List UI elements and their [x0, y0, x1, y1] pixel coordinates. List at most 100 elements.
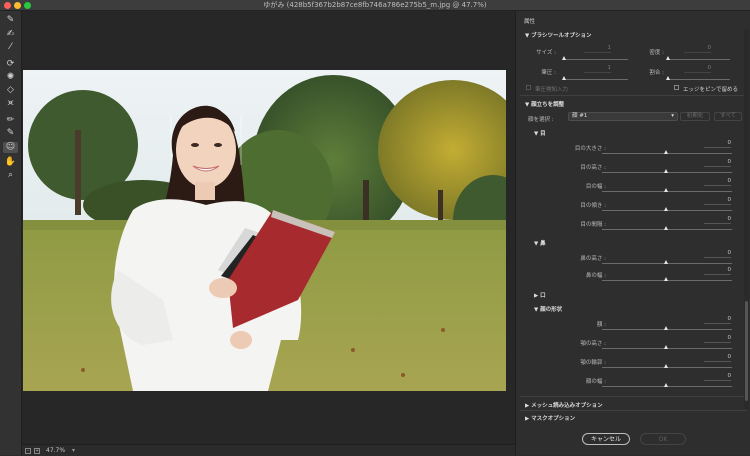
divider: [520, 95, 747, 96]
disclosure-open-icon: ▼: [525, 33, 530, 39]
freeze-mask-tool-icon[interactable]: ✏: [3, 115, 18, 126]
disclosure-closed-icon: ▶: [525, 403, 530, 409]
disclosure-closed-icon: ▶: [525, 416, 530, 422]
slider-value[interactable]: 0: [704, 178, 731, 186]
push-left-tool-icon[interactable]: ⪤: [3, 98, 18, 109]
slider-label: 目の高さ :: [580, 165, 606, 171]
slider-value[interactable]: 0: [704, 267, 731, 275]
slider-value[interactable]: 0: [704, 250, 731, 258]
pressure-slider-knob[interactable]: [562, 76, 566, 80]
mouth-toggle[interactable]: ▶ 口: [534, 291, 546, 299]
forward-warp-tool-icon[interactable]: ✎: [3, 15, 18, 26]
reset-button[interactable]: 初期化: [680, 112, 710, 121]
density-slider-knob[interactable]: [666, 56, 670, 60]
select-face-value: 顔 #1: [572, 113, 588, 119]
title-bar: ゆがみ (428b5f367b2b87ce8fb746a786e275b5_m.…: [0, 0, 750, 11]
face-adjust-toggle[interactable]: ▼ 顔立ちを調整: [525, 100, 564, 108]
select-face-label: 顔を選択 :: [528, 117, 554, 123]
slider-label: 顎の輪郭 :: [580, 360, 606, 366]
pine-trunk: [75, 130, 81, 215]
bloat-tool-icon[interactable]: ◇: [3, 85, 18, 96]
pin-edges-checkbox[interactable]: [674, 85, 679, 90]
disclosure-open-icon: ▼: [534, 307, 539, 313]
slider-label: 目の幅 :: [585, 184, 606, 190]
reconstruct-tool-icon[interactable]: ✍: [3, 29, 18, 40]
slider-value[interactable]: 0: [704, 140, 731, 148]
slider-label: 目の間隔 :: [580, 222, 606, 228]
select-face-dropdown[interactable]: 顔 #1 ▾: [568, 112, 678, 121]
slider-label: 顔の幅 :: [585, 379, 606, 385]
zoom-tool-icon[interactable]: ⌕: [3, 170, 18, 181]
eyes-toggle[interactable]: ▼ 目: [534, 129, 546, 137]
zoom-dropdown-icon[interactable]: ▾: [72, 445, 75, 456]
slider-knob[interactable]: [664, 226, 668, 230]
thaw-mask-tool-icon[interactable]: ✎: [3, 128, 18, 139]
slider-knob[interactable]: [664, 326, 668, 330]
cancel-button[interactable]: キャンセル: [582, 433, 630, 445]
size-value[interactable]: 1: [584, 45, 611, 53]
slider-label: 顎の高さ :: [580, 341, 606, 347]
slider-label: 鼻の幅 :: [585, 273, 606, 279]
hand-tool-icon[interactable]: ✋: [3, 157, 18, 168]
face-shape-toggle[interactable]: ▼ 顔の形状: [534, 305, 562, 313]
disclosure-closed-icon: ▶: [534, 293, 539, 299]
stylus-pressure-checkbox[interactable]: [526, 85, 531, 90]
slider-value[interactable]: 0: [704, 316, 731, 324]
slider-label: 鼻の高さ :: [580, 256, 606, 262]
density-value[interactable]: 0: [684, 45, 711, 53]
slider-knob[interactable]: [664, 260, 668, 264]
slider-knob[interactable]: [664, 364, 668, 368]
smooth-tool-icon[interactable]: ⁄: [3, 42, 18, 53]
slider-knob[interactable]: [664, 277, 668, 281]
slider-label: 額 :: [596, 322, 606, 328]
size-label: サイズ :: [536, 50, 556, 56]
mask-options-toggle[interactable]: ▶ マスクオプション: [525, 414, 575, 422]
panel-header: 属性: [524, 19, 536, 25]
stylus-pressure-label: 筆圧検知入力: [535, 87, 569, 93]
rate-label: 割合 :: [649, 70, 664, 76]
slider-knob[interactable]: [664, 207, 668, 211]
rate-value[interactable]: 0: [684, 65, 711, 73]
pucker-tool-icon[interactable]: ✺: [3, 72, 18, 83]
slider-value[interactable]: 0: [704, 373, 731, 381]
panel-scrollbar-thumb[interactable]: [745, 301, 748, 401]
slider-value[interactable]: 0: [704, 335, 731, 343]
slider-knob[interactable]: [664, 150, 668, 154]
zoom-level[interactable]: 47.7%: [46, 445, 65, 456]
ok-button[interactable]: OK: [640, 433, 686, 445]
rate-slider[interactable]: [668, 79, 730, 80]
pressure-label: 筆圧 :: [541, 70, 556, 76]
slider-label: 目の大きさ :: [574, 146, 606, 152]
mesh-options-toggle[interactable]: ▶ メッシュ読み込みオプション: [525, 401, 603, 409]
slider-label: 目の傾き :: [580, 203, 606, 209]
zoom-in-button[interactable]: +: [34, 448, 40, 454]
size-slider-knob[interactable]: [562, 56, 566, 60]
status-bar: - + 47.7% ▾: [22, 444, 515, 455]
disclosure-open-icon: ▼: [534, 131, 539, 137]
photo-preview[interactable]: [23, 70, 506, 391]
zoom-out-button[interactable]: -: [25, 448, 31, 454]
rate-slider-knob[interactable]: [666, 76, 670, 80]
slider-value[interactable]: 0: [704, 354, 731, 362]
hand: [209, 278, 237, 298]
divider: [520, 396, 747, 397]
pressure-value[interactable]: 1: [584, 65, 611, 73]
slider-knob[interactable]: [664, 383, 668, 387]
slider-value[interactable]: 0: [704, 197, 731, 205]
slider-knob[interactable]: [664, 345, 668, 349]
slider-knob[interactable]: [664, 188, 668, 192]
nose-toggle[interactable]: ▼ 鼻: [534, 239, 546, 247]
twirl-clockwise-tool-icon[interactable]: ⟳: [3, 59, 18, 70]
slider-value[interactable]: 0: [704, 159, 731, 167]
chevron-down-icon: ▾: [671, 113, 674, 119]
divider: [520, 410, 747, 411]
brush-options-toggle[interactable]: ▼ ブラシツールオプション: [525, 31, 592, 39]
slider-knob[interactable]: [664, 169, 668, 173]
face-tool-icon[interactable]: ☺: [3, 142, 18, 153]
slider-value[interactable]: 0: [704, 216, 731, 224]
pressure-slider[interactable]: [564, 79, 628, 80]
all-button[interactable]: すべて: [714, 112, 742, 121]
density-slider[interactable]: [668, 59, 730, 60]
size-slider[interactable]: [564, 59, 628, 60]
density-label: 密度 :: [649, 50, 664, 56]
